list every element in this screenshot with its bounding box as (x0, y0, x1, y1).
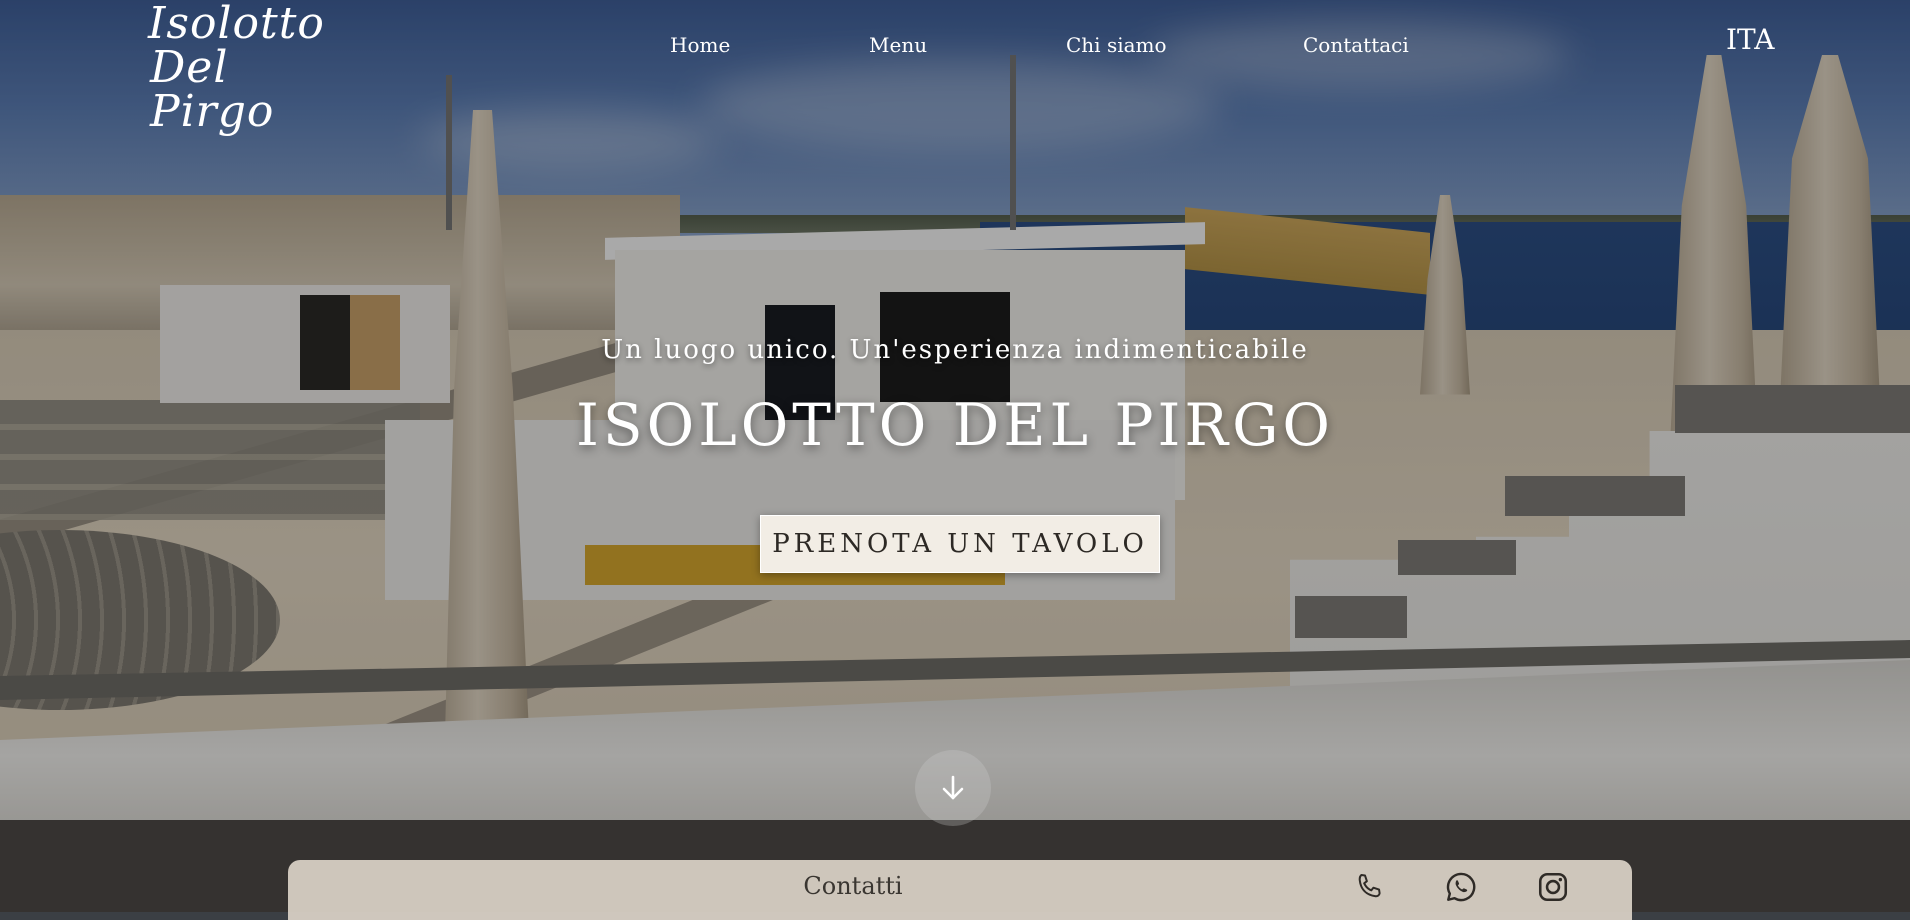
hero-tagline: Un luogo unico. Un'esperienza indimentic… (601, 335, 1309, 365)
arrow-down-icon (942, 775, 964, 800)
phone-icon[interactable] (1352, 870, 1386, 904)
instagram-icon[interactable] (1536, 870, 1570, 904)
contacts-label[interactable]: Contatti (288, 870, 1418, 902)
nav-chi-siamo[interactable]: Chi siamo (1066, 32, 1167, 58)
main-nav: Home Menu Chi siamo Contattaci (0, 32, 1910, 62)
whatsapp-icon[interactable] (1444, 870, 1478, 904)
nav-home[interactable]: Home (670, 32, 730, 58)
contacts-bar: Contatti (288, 860, 1632, 920)
book-table-button[interactable]: PRENOTA UN TAVOLO (760, 515, 1160, 573)
nav-contattaci[interactable]: Contattaci (1303, 32, 1409, 58)
nav-menu[interactable]: Menu (869, 32, 927, 58)
hero-title: ISOLOTTO DEL PIRGO (576, 391, 1334, 459)
scroll-down-button[interactable] (915, 750, 991, 826)
language-switch[interactable]: ITA (1726, 23, 1774, 57)
